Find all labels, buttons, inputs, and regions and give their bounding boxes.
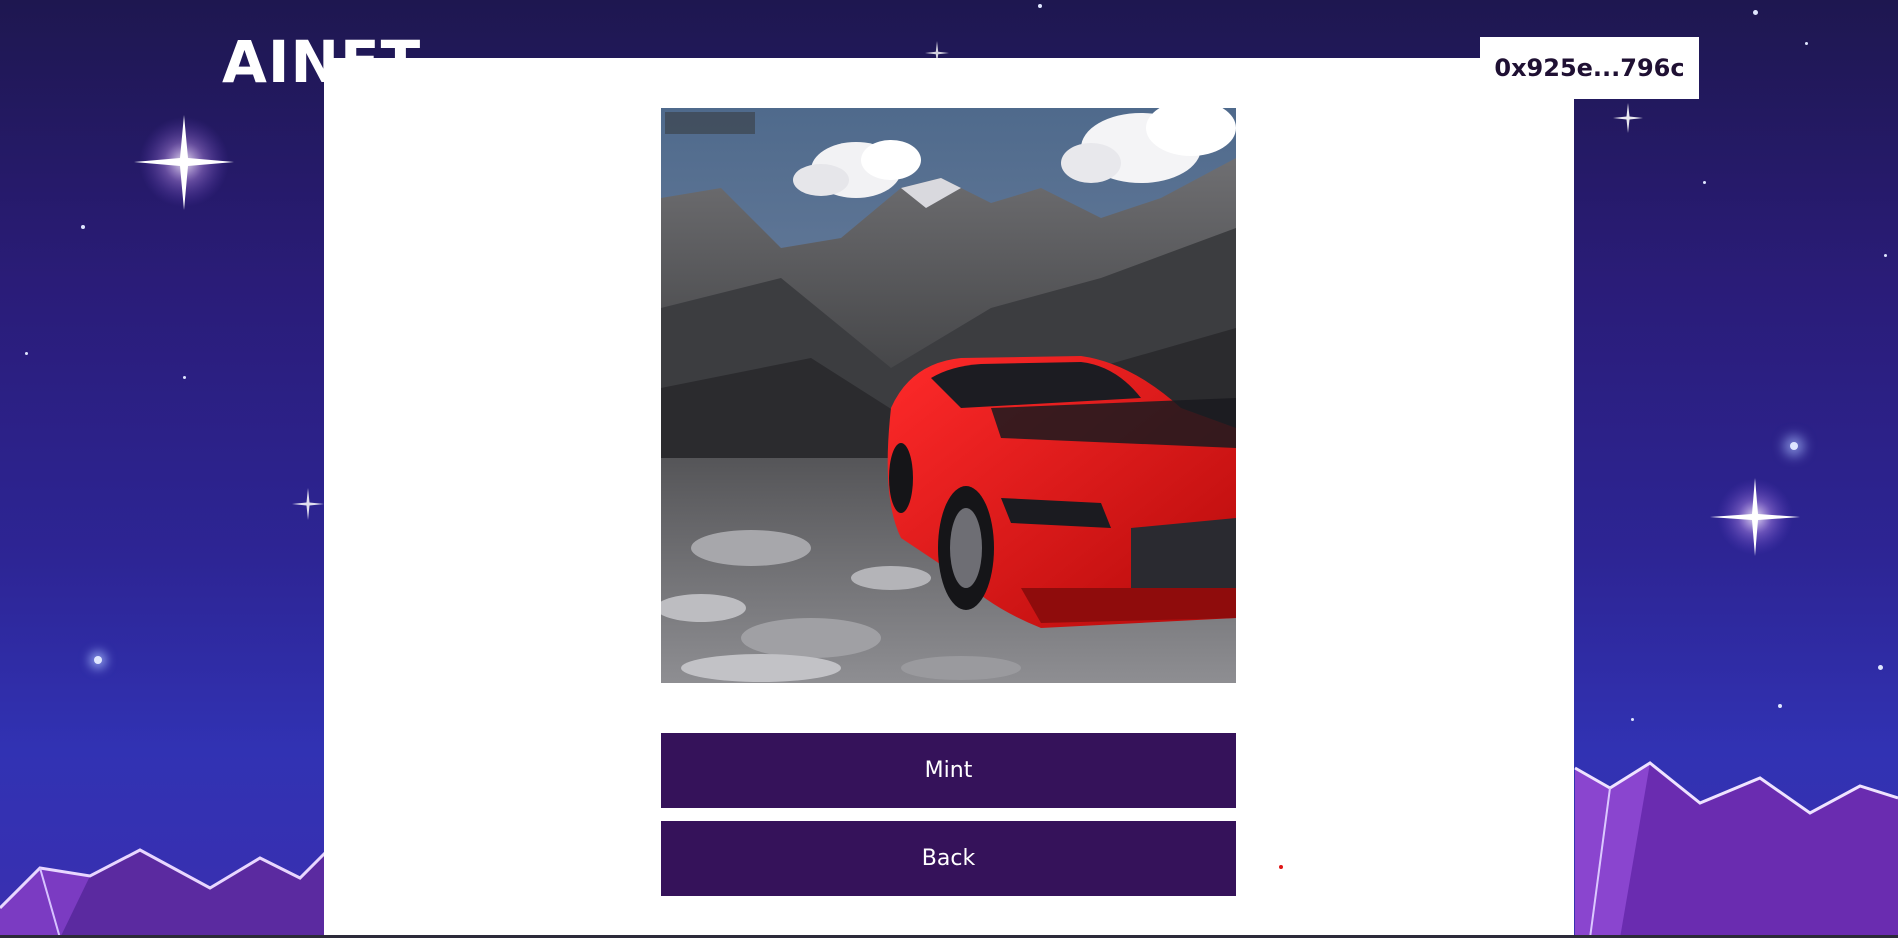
star	[25, 352, 28, 355]
sparkle-star	[1613, 103, 1643, 133]
generated-artwork-image	[661, 108, 1236, 683]
star	[81, 225, 85, 229]
star	[1790, 442, 1798, 450]
sparkle-star	[1710, 478, 1800, 556]
sparkle-star	[292, 488, 324, 520]
mint-modal: Mint Back	[324, 58, 1574, 938]
sparkle-star	[134, 115, 234, 210]
star	[1778, 704, 1782, 708]
star	[1884, 254, 1887, 257]
star	[1703, 181, 1706, 184]
back-button[interactable]: Back	[661, 821, 1236, 896]
mint-button[interactable]: Mint	[661, 733, 1236, 808]
cursor-indicator	[1279, 865, 1283, 869]
star	[1631, 718, 1634, 721]
star	[94, 656, 102, 664]
star	[183, 376, 186, 379]
wallet-address-button[interactable]: 0x925e...796c	[1480, 37, 1699, 99]
star	[1805, 42, 1808, 45]
car-illustration	[661, 108, 1236, 683]
app-background: AINFT 0x925e...796c Mint Back	[0, 0, 1898, 938]
star	[1038, 4, 1042, 8]
star	[1878, 665, 1883, 670]
star	[1753, 10, 1758, 15]
